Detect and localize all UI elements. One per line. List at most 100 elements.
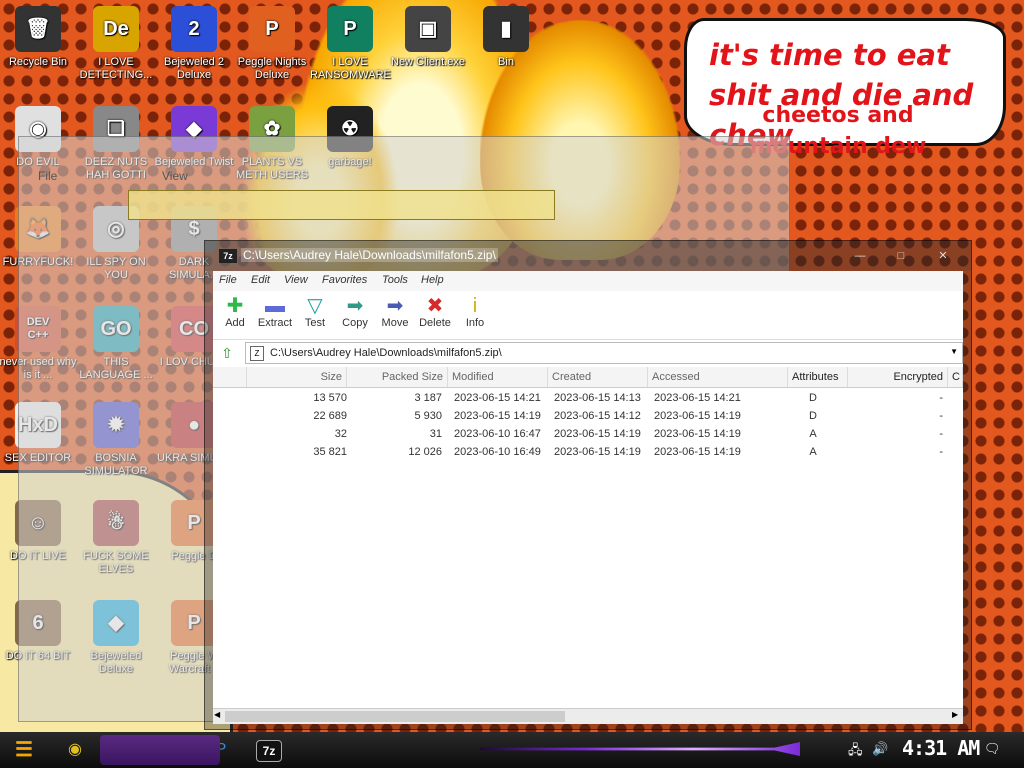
test-icon: ▽	[307, 295, 323, 317]
column-encrypted[interactable]: Encrypted	[848, 367, 948, 387]
notification-icon[interactable]: 🗨	[984, 741, 1001, 757]
window-title: C:\Users\Audrey Hale\Downloads\milfafon5…	[241, 248, 498, 262]
menu-favorites[interactable]: Favorites	[322, 274, 367, 286]
cell-size: 13 570	[313, 392, 347, 404]
column-size[interactable]: Size	[247, 367, 347, 387]
cell-modified: 2023-06-15 14:19	[454, 410, 541, 422]
network-icon[interactable]: 🖧	[848, 741, 863, 763]
taskbar-highlight	[100, 735, 220, 765]
maximize-button[interactable]: □	[891, 249, 911, 263]
scrollbar-thumb[interactable]	[225, 711, 565, 722]
menu-view[interactable]: View	[284, 274, 308, 286]
start-button[interactable]: ☰	[8, 736, 40, 764]
copy-icon: ➡	[346, 295, 364, 317]
desktop-icon[interactable]: P I LOVE RANSOMWARE	[310, 6, 391, 82]
toolbar-button-label: Copy	[342, 317, 368, 329]
cell-accessed: 2023-06-15 14:21	[654, 392, 741, 404]
cell-attr: D	[809, 410, 817, 422]
menu-help[interactable]: Help	[421, 274, 444, 286]
close-button[interactable]: ✕	[933, 249, 953, 263]
column-packed-size[interactable]: Packed Size	[347, 367, 448, 387]
add-icon: ✚	[226, 295, 244, 317]
table-row[interactable]: 32 31 2023-06-10 16:47 2023-06-15 14:19 2023…	[213, 425, 963, 443]
toolbar-add-button[interactable]: ✚ Add	[215, 295, 255, 329]
toolbar-button-label: Delete	[419, 317, 451, 329]
background-window-menu: File View	[18, 165, 568, 187]
cell-accessed: 2023-06-15 14:19	[654, 428, 741, 440]
toolbar-move-button[interactable]: ➡ Move	[375, 295, 415, 329]
volume-icon[interactable]: 🔊	[872, 741, 888, 757]
toolbar-test-button[interactable]: ▽ Test	[295, 295, 335, 329]
up-folder-button[interactable]: ⇧	[217, 344, 237, 362]
toolbar-info-button[interactable]: i Info	[455, 295, 495, 329]
desktop-icon[interactable]: 2 Bejeweled 2 Deluxe	[154, 6, 234, 82]
cell-attr: A	[809, 428, 817, 440]
toolbar-extract-button[interactable]: ▬ Extract	[255, 295, 295, 329]
chrome-taskbar-icon[interactable]: ◉	[60, 736, 90, 764]
column-modified[interactable]: Modified	[448, 367, 548, 387]
table-row[interactable]: 35 821 12 026 2023-06-10 16:49 2023-06-15 1…	[213, 443, 963, 461]
cell-packed: 31	[429, 428, 442, 440]
scroll-right-icon[interactable]: ▶	[952, 710, 962, 719]
desktop-icon-label: I LOVE DETECTING...	[79, 56, 153, 81]
sevenzip-taskbar-icon[interactable]: 7z	[256, 740, 282, 762]
minimize-button[interactable]: —	[850, 249, 870, 263]
desktop-icon[interactable]: ▣ New Client.exe	[388, 6, 468, 69]
sevenzip-window: 7z C:\Users\Audrey Hale\Downloads\milfaf…	[204, 240, 972, 730]
table-row[interactable]: 13 570 3 187 2023-06-15 14:21 2023-06-15 14…	[213, 389, 963, 407]
toolbar-button-label: Info	[465, 317, 485, 329]
address-field[interactable]: Z C:\Users\Audrey Hale\Downloads\milfafo…	[245, 342, 963, 364]
column-attributes[interactable]: Attributes	[788, 367, 848, 387]
cell-created: 2023-06-15 14:19	[554, 428, 641, 440]
sevenzip-app-icon: 7z	[219, 249, 237, 263]
cell-packed: 5 930	[414, 410, 442, 422]
column-created[interactable]: Created	[548, 367, 648, 387]
window-client: File Edit View Favorites Tools Help ✚ Add…	[213, 271, 963, 724]
cell-packed: 12 026	[408, 446, 442, 458]
peggle-icon: P	[249, 6, 295, 52]
cell-created: 2023-06-15 14:13	[554, 392, 641, 404]
menu-edit[interactable]: Edit	[251, 274, 270, 286]
horizontal-scrollbar[interactable]: ◀ ▶	[213, 708, 963, 724]
cell-accessed: 2023-06-15 14:19	[654, 410, 741, 422]
scroll-left-icon[interactable]: ◀	[214, 710, 224, 719]
cell-size: 22 689	[313, 410, 347, 422]
desktop-icon-label: New Client.exe	[391, 56, 465, 68]
desktop-icon-label: Recycle Bin	[8, 56, 68, 68]
desktop-icon[interactable]: P Peggle Nights Deluxe	[232, 6, 312, 82]
ghost-menu-view[interactable]: View	[162, 169, 188, 183]
clock[interactable]: 4:31 AM	[902, 736, 980, 760]
cell-size: 35 821	[313, 446, 347, 458]
de-icon: De	[93, 6, 139, 52]
menu-file[interactable]: File	[219, 274, 237, 286]
chevron-down-icon[interactable]: ▼	[950, 347, 958, 356]
column-comment[interactable]: C	[948, 367, 963, 387]
desktop-icon[interactable]: De I LOVE DETECTING...	[76, 6, 156, 82]
menu-tools[interactable]: Tools	[382, 274, 408, 286]
desktop-icon[interactable]: 🗑 Recycle Bin	[0, 6, 78, 69]
window-titlebar[interactable]: 7z C:\Users\Audrey Hale\Downloads\milfaf…	[205, 241, 971, 271]
cell-enc: -	[939, 410, 943, 422]
zip-file-icon: Z	[250, 346, 264, 361]
table-row[interactable]: 22 689 5 930 2023-06-15 14:19 2023-06-15 14…	[213, 407, 963, 425]
cell-modified: 2023-06-15 14:21	[454, 392, 541, 404]
toolbar: ✚ Add ▬ Extract ▽ Test ➡ Copy ➡ Move ✖ Delete i Info	[213, 291, 963, 340]
cell-enc: -	[939, 392, 943, 404]
toolbar-copy-button[interactable]: ➡ Copy	[335, 295, 375, 329]
info-icon: i	[472, 295, 478, 317]
ghost-menu-file[interactable]: File	[38, 169, 57, 183]
column-name[interactable]	[213, 367, 247, 387]
bejeweled-icon: 2	[171, 6, 217, 52]
desktop-icon[interactable]: ▮ Bin	[466, 6, 546, 69]
background-window-address[interactable]	[128, 190, 555, 220]
recycle-bin-icon: 🗑	[15, 6, 61, 52]
cell-modified: 2023-06-10 16:49	[454, 446, 541, 458]
extract-icon: ▬	[265, 295, 285, 317]
desktop-icon-label: Peggle Nights Deluxe	[237, 56, 307, 81]
cell-modified: 2023-06-10 16:47	[454, 428, 541, 440]
exe-icon: ▣	[405, 6, 451, 52]
address-bar: ⇧ Z C:\Users\Audrey Hale\Downloads\milfa…	[213, 342, 963, 364]
toolbar-delete-button[interactable]: ✖ Delete	[415, 295, 455, 329]
toolbar-button-label: Extract	[257, 317, 293, 329]
column-accessed[interactable]: Accessed	[648, 367, 788, 387]
